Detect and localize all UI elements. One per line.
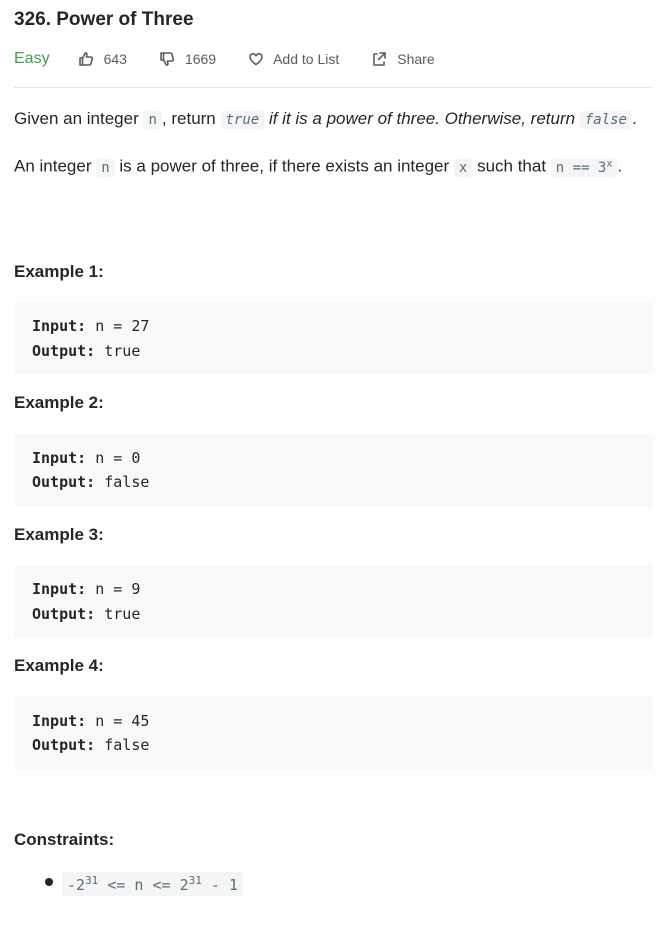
- input-label: Input:: [32, 449, 87, 467]
- example-heading: Example 1:: [14, 262, 104, 281]
- constraint-part: - 1: [201, 876, 238, 894]
- desc-text: is a power of three, if there exists an …: [114, 156, 454, 176]
- input-value: n = 0: [86, 449, 141, 467]
- add-to-list-button[interactable]: Add to List: [248, 51, 339, 67]
- example-code-block: Input: n = 0 Output: false: [14, 433, 653, 507]
- heart-icon: [249, 53, 263, 66]
- expression-base: n == 3: [555, 159, 607, 176]
- share-icon: [373, 52, 387, 66]
- example-heading: Example 4:: [14, 656, 104, 675]
- problem-description: Given an integer n, return true if it is…: [14, 105, 654, 182]
- constraints-heading: Constraints:: [14, 830, 115, 849]
- input-value: n = 27: [86, 317, 150, 335]
- example-code-block: Input: n = 45 Output: false: [14, 696, 653, 770]
- output-label: Output:: [32, 605, 96, 623]
- like-count: 643: [103, 51, 127, 67]
- output-label: Output:: [32, 736, 96, 754]
- dislike-button[interactable]: 1669: [159, 51, 216, 67]
- example-code-block: Input: n = 9 Output: true: [14, 565, 653, 638]
- output-value: false: [95, 473, 150, 491]
- output-label: Output:: [32, 473, 96, 491]
- example-output-line: Output: true: [32, 605, 140, 623]
- problem-meta-bar: Easy 643 1669 Add to List Share: [14, 47, 467, 71]
- example-input-line: Input: n = 27: [32, 317, 149, 335]
- desc-text: Given an integer: [14, 109, 144, 128]
- desc-text: such that: [472, 156, 551, 176]
- example-input-line: Input: n = 45: [32, 712, 149, 730]
- difficulty-badge: Easy: [14, 50, 50, 67]
- output-value: true: [95, 605, 141, 623]
- problem-title: 326. Power of Three: [14, 9, 194, 30]
- output-value: true: [95, 342, 141, 360]
- desc-text: .: [631, 109, 637, 128]
- example-output-line: Output: true: [32, 342, 140, 360]
- thumbs-down-icon: [160, 52, 174, 66]
- example-heading: Example 3:: [14, 525, 104, 544]
- example-code-block: Input: n = 27 Output: true: [14, 302, 653, 375]
- dislike-count: 1669: [184, 51, 217, 67]
- problem-page: 326. Power of Three Easy 643 1669 Add to…: [0, 0, 669, 935]
- example-heading: Example 2:: [14, 393, 104, 412]
- description-paragraph-1: Given an integer n, return true if it is…: [14, 105, 654, 134]
- inline-code-n: n: [143, 111, 162, 129]
- expression-exponent: x: [606, 158, 613, 169]
- description-paragraph-2: An integer n is a power of three, if the…: [14, 150, 654, 182]
- desc-italic-text: if it is a power of three. Otherwise, re…: [264, 109, 580, 128]
- output-label: Output:: [32, 342, 96, 360]
- example-input-line: Input: n = 9: [32, 580, 140, 598]
- share-button[interactable]: Share: [371, 51, 435, 67]
- input-value: n = 45: [86, 712, 150, 730]
- input-value: n = 9: [86, 580, 141, 598]
- desc-text: .: [617, 156, 623, 176]
- constraint-exponent: 31: [85, 874, 99, 887]
- inline-code-expression: n == 3x: [550, 158, 618, 177]
- constraint-code: -231 <= n <= 231 - 1: [62, 872, 243, 896]
- thumbs-up-icon: [78, 52, 93, 66]
- input-label: Input:: [32, 317, 87, 335]
- header-divider: [14, 87, 653, 88]
- inline-code-x: x: [453, 158, 473, 177]
- constraint-part: <= n <= 2: [98, 876, 189, 894]
- output-value: false: [95, 736, 150, 754]
- inline-code-true: true: [220, 111, 265, 129]
- bullet-point: [45, 878, 53, 886]
- constraint-part: -2: [67, 876, 86, 894]
- constraint-exponent: 31: [188, 874, 202, 887]
- desc-text: An integer: [14, 156, 97, 176]
- desc-text: , return: [161, 109, 221, 128]
- inline-code-false: false: [579, 111, 632, 129]
- example-output-line: Output: false: [32, 473, 149, 491]
- input-label: Input:: [32, 580, 87, 598]
- example-output-line: Output: false: [32, 736, 149, 754]
- share-label: Share: [397, 51, 435, 67]
- input-label: Input:: [32, 712, 87, 730]
- inline-code-n: n: [96, 158, 115, 177]
- add-to-list-label: Add to List: [273, 51, 340, 67]
- like-button[interactable]: 643: [78, 51, 127, 67]
- example-input-line: Input: n = 0: [32, 449, 140, 467]
